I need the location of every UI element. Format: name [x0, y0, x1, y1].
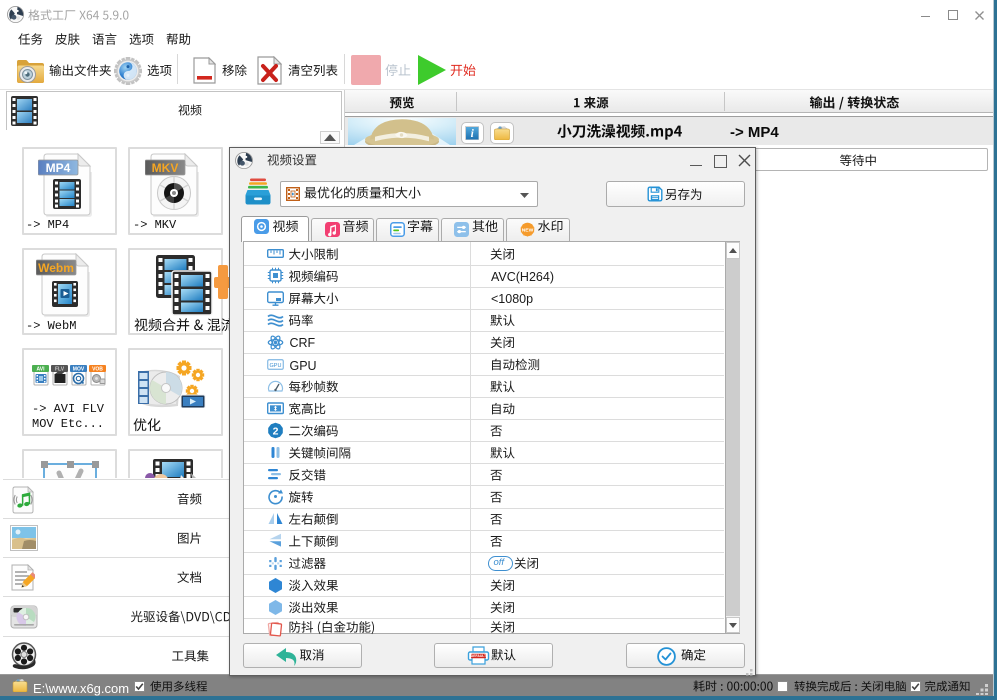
svg-text:DEFAULT: DEFAULT: [471, 654, 487, 658]
svg-text:MOV: MOV: [73, 366, 85, 372]
svg-text:MP4: MP4: [46, 161, 71, 175]
svg-text:GPU: GPU: [270, 363, 282, 369]
svg-text:NEW: NEW: [522, 227, 534, 233]
svg-text:Webm: Webm: [38, 261, 74, 275]
svg-text:VOB: VOB: [92, 366, 103, 372]
svg-text:2: 2: [273, 425, 279, 437]
svg-text:AVI: AVI: [37, 366, 46, 372]
svg-text:MKV: MKV: [152, 161, 179, 175]
